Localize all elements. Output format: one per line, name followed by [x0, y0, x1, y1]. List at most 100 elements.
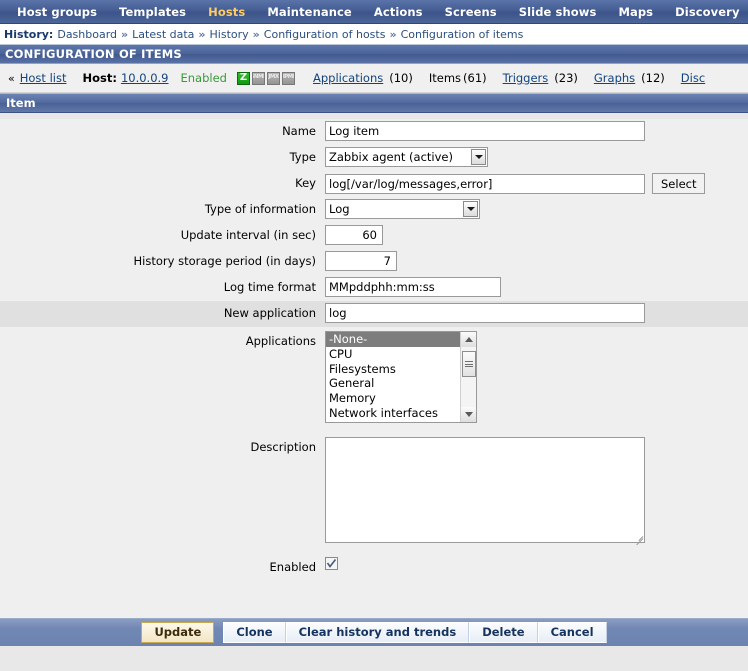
form-row-name: Name: [0, 119, 748, 145]
breadcrumb-link-latest-data[interactable]: Latest data: [132, 28, 194, 41]
menu-item-host-groups[interactable]: Host groups: [6, 0, 108, 23]
description-textarea[interactable]: [325, 437, 645, 543]
type-label: Type: [289, 150, 316, 164]
enabled-checkbox[interactable]: [325, 557, 338, 570]
menu-item-screens[interactable]: Screens: [434, 0, 508, 23]
new-application-input[interactable]: [325, 303, 645, 323]
item-form: Name Type Zabbix agent (active) Key Sele…: [0, 119, 748, 618]
page-bottom-filler: [0, 646, 748, 660]
chevron-down-icon[interactable]: [463, 201, 478, 217]
type-select-value: Zabbix agent (active): [329, 150, 453, 164]
log-time-format-input[interactable]: [325, 277, 501, 297]
page-title: CONFIGURATION OF ITEMS: [0, 45, 748, 64]
tab-count-applications: (10): [389, 71, 413, 85]
form-action-bar[interactable]: Update Clone Clear history and trends De…: [0, 618, 748, 646]
form-row-log-time-format: Log time format: [0, 275, 748, 301]
applications-listbox[interactable]: -None- CPU Filesystems General Memory Network…: [325, 331, 477, 423]
menu-item-maps[interactable]: Maps: [607, 0, 664, 23]
menu-item-slide-shows[interactable]: Slide shows: [508, 0, 608, 23]
application-option[interactable]: -None-: [326, 332, 460, 347]
type-of-information-label: Type of information: [204, 202, 316, 216]
history-storage-input[interactable]: [325, 251, 397, 271]
clear-history-button[interactable]: Clear history and trends: [285, 622, 470, 643]
applications-label: Applications: [245, 334, 316, 348]
menu-item-actions[interactable]: Actions: [363, 0, 434, 23]
entity-tabs[interactable]: Applications (10) Items (61) Triggers (23) Gra…: [297, 71, 709, 85]
tab-items: Items: [428, 71, 462, 85]
breadcrumb-separator: »: [198, 27, 206, 41]
menu-item-templates[interactable]: Templates: [108, 0, 197, 23]
application-option[interactable]: General: [326, 376, 460, 391]
update-button[interactable]: Update: [141, 622, 215, 643]
tab-disc[interactable]: Disc: [681, 71, 705, 85]
breadcrumb: History: Dashboard» Latest data» History» C…: [0, 24, 748, 45]
host-list-link[interactable]: Host list: [20, 71, 67, 85]
type-select[interactable]: Zabbix agent (active): [325, 147, 488, 167]
host-name-link[interactable]: 10.0.0.9: [121, 71, 169, 85]
breadcrumb-items[interactable]: Dashboard» Latest data» History» Configurat…: [57, 28, 523, 41]
clone-button[interactable]: Clone: [223, 622, 286, 643]
key-select-button[interactable]: Select: [652, 173, 706, 194]
form-row-type-of-information: Type of information Log: [0, 197, 748, 223]
scrollbar-track[interactable]: [460, 347, 476, 407]
checkmark-icon: [326, 559, 337, 568]
back-chevron-icon: «: [8, 71, 15, 85]
tab-graphs[interactable]: Graphs: [594, 71, 635, 85]
zabbix-agent-availability-icon[interactable]: Z: [236, 71, 250, 85]
application-option[interactable]: Memory: [326, 391, 460, 406]
main-navigation-bar[interactable]: Host groups Templates Hosts Maintenance Acti…: [0, 0, 748, 24]
breadcrumb-link-history[interactable]: History: [210, 28, 249, 41]
new-application-label: New application: [223, 306, 316, 320]
type-of-information-value: Log: [329, 202, 350, 216]
menu-item-maintenance[interactable]: Maintenance: [256, 0, 362, 23]
menu-item-hosts[interactable]: Hosts: [197, 0, 256, 23]
host-label: Host:: [82, 71, 117, 85]
host-status-badge: Enabled: [180, 71, 227, 85]
snmp-availability-icon[interactable]: SNMP: [251, 71, 265, 85]
application-option[interactable]: Network interfaces: [326, 406, 460, 421]
breadcrumb-link-configuration-of-items: Configuration of items: [400, 27, 524, 41]
jmx-availability-icon[interactable]: JMX: [266, 71, 280, 85]
tab-triggers[interactable]: Triggers: [503, 71, 549, 85]
form-row-history-storage: History storage period (in days): [0, 249, 748, 275]
application-option[interactable]: CPU: [326, 347, 460, 362]
application-option[interactable]: Filesystems: [326, 362, 460, 377]
scroll-down-icon[interactable]: [460, 407, 476, 422]
ipmi-availability-icon[interactable]: IPMI: [281, 71, 295, 85]
breadcrumb-separator: »: [121, 27, 129, 41]
history-storage-label: History storage period (in days): [133, 254, 316, 268]
listbox-scrollbar[interactable]: [460, 332, 476, 422]
tab-applications[interactable]: Applications: [313, 71, 383, 85]
log-time-format-label: Log time format: [223, 280, 316, 294]
form-row-enabled: Enabled: [0, 555, 748, 581]
host-tab-strip[interactable]: « Host list Host: 10.0.0.9 Enabled ZSNMP…: [0, 64, 748, 93]
cancel-button[interactable]: Cancel: [537, 622, 607, 643]
enabled-label: Enabled: [269, 560, 316, 574]
scrollbar-thumb[interactable]: [461, 351, 476, 377]
update-interval-input[interactable]: [325, 225, 383, 245]
form-row-type: Type Zabbix agent (active): [0, 145, 748, 171]
key-label: Key: [295, 176, 316, 190]
form-row-new-application: New application: [0, 301, 748, 327]
delete-button[interactable]: Delete: [469, 622, 538, 643]
breadcrumb-link-dashboard[interactable]: Dashboard: [57, 28, 117, 41]
tab-count-graphs: (12): [641, 71, 665, 85]
description-label: Description: [250, 440, 317, 454]
key-input[interactable]: [325, 173, 645, 194]
update-interval-label: Update interval (in sec): [180, 228, 316, 242]
type-of-information-select[interactable]: Log: [325, 199, 480, 219]
form-row-applications: Applications -None- CPU Filesystems General…: [0, 329, 748, 425]
form-row-key: Key Select: [0, 171, 748, 197]
name-input[interactable]: [325, 121, 645, 141]
breadcrumb-link-configuration-of-hosts[interactable]: Configuration of hosts: [264, 28, 386, 41]
name-label: Name: [282, 124, 316, 138]
form-row-update-interval: Update interval (in sec): [0, 223, 748, 249]
scroll-up-icon[interactable]: [460, 332, 476, 347]
breadcrumb-separator: »: [252, 27, 260, 41]
history-label: History:: [4, 27, 54, 41]
chevron-down-icon[interactable]: [471, 149, 486, 165]
availability-icons[interactable]: ZSNMPJMXIPMI: [236, 71, 295, 85]
menu-item-discovery[interactable]: Discovery: [664, 0, 748, 23]
form-row-description: Description: [0, 435, 748, 546]
breadcrumb-separator: »: [389, 27, 397, 41]
